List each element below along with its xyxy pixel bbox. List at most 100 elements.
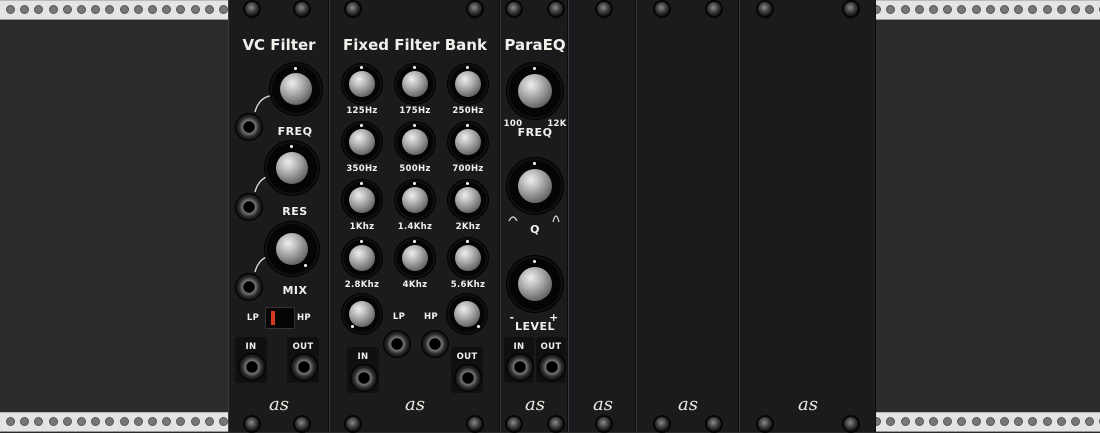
rail-hole-icon bbox=[1085, 5, 1095, 14]
rail-hole-icon bbox=[91, 5, 101, 14]
rail-hole-icon bbox=[148, 5, 157, 14]
rail-hole-icon bbox=[1000, 417, 1009, 426]
hp-knob[interactable] bbox=[447, 294, 487, 334]
in-label: IN bbox=[245, 342, 257, 352]
mix-cv-jack[interactable] bbox=[235, 273, 263, 301]
band-gain-knob[interactable] bbox=[448, 122, 488, 162]
rail-hole-icon bbox=[133, 5, 143, 14]
band-gain-knob[interactable] bbox=[342, 238, 382, 278]
lp-knob[interactable] bbox=[342, 294, 382, 334]
lp-hp-switch[interactable] bbox=[265, 307, 295, 329]
freq-cv-jack[interactable] bbox=[235, 113, 263, 141]
band-gain-knob[interactable] bbox=[342, 180, 382, 220]
band-gain-knob[interactable] bbox=[395, 180, 435, 220]
brand-logo-icon: as bbox=[678, 394, 698, 415]
band-frequency-label: 2.8Khz bbox=[344, 280, 380, 290]
rail-hole-icon bbox=[20, 5, 30, 14]
in-label: IN bbox=[513, 342, 525, 352]
audio-out-jack[interactable] bbox=[290, 353, 318, 381]
band-frequency-label: 1Khz bbox=[349, 222, 375, 232]
in-label: IN bbox=[357, 352, 369, 362]
rail-hole-icon bbox=[176, 5, 186, 14]
res-knob[interactable] bbox=[265, 141, 319, 195]
hp-label: HP bbox=[424, 312, 438, 322]
level-knob[interactable] bbox=[507, 256, 563, 312]
rail-hole-icon bbox=[957, 417, 967, 426]
rail-hole-icon bbox=[190, 5, 200, 14]
rail-hole-icon bbox=[1056, 417, 1066, 426]
rail-hole-icon bbox=[1014, 5, 1024, 14]
band-gain-knob[interactable] bbox=[395, 122, 435, 162]
rail-hole-icon bbox=[900, 5, 910, 14]
band-frequency-label: 175Hz bbox=[399, 106, 431, 116]
rail-hole-icon bbox=[1042, 417, 1052, 426]
brand-logo-icon: as bbox=[269, 394, 289, 415]
screw-icon bbox=[595, 415, 613, 433]
screw-icon bbox=[653, 0, 671, 18]
band-gain-knob[interactable] bbox=[448, 180, 488, 220]
band-gain-knob[interactable] bbox=[448, 64, 488, 104]
rail-hole-icon bbox=[34, 417, 44, 426]
audio-in-jack[interactable] bbox=[506, 353, 534, 381]
band-gain-knob[interactable] bbox=[448, 238, 488, 278]
band-frequency-label: 350Hz bbox=[346, 164, 378, 174]
rail-hole-icon bbox=[105, 5, 115, 14]
rail-hole-icon bbox=[6, 417, 15, 426]
band-gain-knob[interactable] bbox=[342, 64, 382, 104]
rail-hole-icon bbox=[204, 5, 214, 14]
rail-hole-icon bbox=[20, 417, 30, 426]
rail-hole-icon bbox=[929, 417, 938, 426]
band-gain-knob[interactable] bbox=[395, 238, 435, 278]
band-gain-knob[interactable] bbox=[395, 64, 435, 104]
module-blank-panel: as bbox=[568, 0, 636, 433]
rail-hole-icon bbox=[1028, 5, 1038, 14]
audio-out-jack[interactable] bbox=[454, 364, 482, 392]
rail-hole-icon bbox=[1056, 5, 1066, 14]
screw-icon bbox=[756, 0, 774, 18]
band-frequency-label: 2Khz bbox=[455, 222, 481, 232]
rail-hole-icon bbox=[971, 417, 981, 426]
brand-logo-icon: as bbox=[405, 394, 425, 415]
band-frequency-label: 5.6Khz bbox=[450, 280, 486, 290]
out-label: OUT bbox=[292, 342, 314, 352]
audio-in-jack[interactable] bbox=[350, 364, 378, 392]
res-cv-jack[interactable] bbox=[235, 193, 263, 221]
level-label: LEVEL bbox=[514, 320, 556, 333]
module-blank-panel: as bbox=[739, 0, 876, 433]
audio-in-jack[interactable] bbox=[238, 353, 266, 381]
screw-icon bbox=[705, 0, 723, 18]
rail-hole-icon bbox=[105, 417, 115, 426]
rail-hole-icon bbox=[133, 417, 143, 426]
mix-knob[interactable] bbox=[265, 222, 319, 276]
rail-hole-icon bbox=[1000, 5, 1009, 14]
screw-icon bbox=[756, 415, 774, 433]
audio-out-jack[interactable] bbox=[538, 353, 566, 381]
rail-hole-icon bbox=[48, 417, 58, 426]
screw-icon bbox=[466, 415, 484, 433]
lp-cv-jack[interactable] bbox=[383, 330, 411, 358]
q-label: Q bbox=[530, 223, 540, 236]
rail-hole-icon bbox=[62, 5, 72, 14]
band-gain-knob[interactable] bbox=[342, 122, 382, 162]
rail-hole-icon bbox=[91, 417, 101, 426]
band-frequency-label: 1.4Khz bbox=[397, 222, 433, 232]
freq-knob[interactable] bbox=[270, 63, 322, 115]
rail-hole-icon bbox=[985, 417, 995, 426]
hp-cv-jack[interactable] bbox=[421, 330, 449, 358]
res-label: RES bbox=[282, 205, 308, 218]
band-frequency-label: 700Hz bbox=[452, 164, 484, 174]
module-para-eq: ParaEQ 100 12K FREQ Q - + LEVEL IN OUT a… bbox=[500, 0, 568, 433]
screw-icon bbox=[344, 0, 362, 18]
rail-hole-icon bbox=[119, 417, 129, 426]
rail-hole-icon bbox=[886, 417, 896, 426]
lp-label: LP bbox=[392, 312, 406, 322]
rail-hole-icon bbox=[62, 417, 72, 426]
hp-label: HP bbox=[297, 313, 311, 323]
rail-hole-icon bbox=[162, 417, 172, 426]
screw-icon bbox=[705, 415, 723, 433]
rail-hole-icon bbox=[1042, 5, 1052, 14]
rail-hole-icon bbox=[1028, 417, 1038, 426]
module-blank-panel: as bbox=[636, 0, 739, 433]
screw-icon bbox=[653, 415, 671, 433]
rail-hole-icon bbox=[943, 417, 953, 426]
